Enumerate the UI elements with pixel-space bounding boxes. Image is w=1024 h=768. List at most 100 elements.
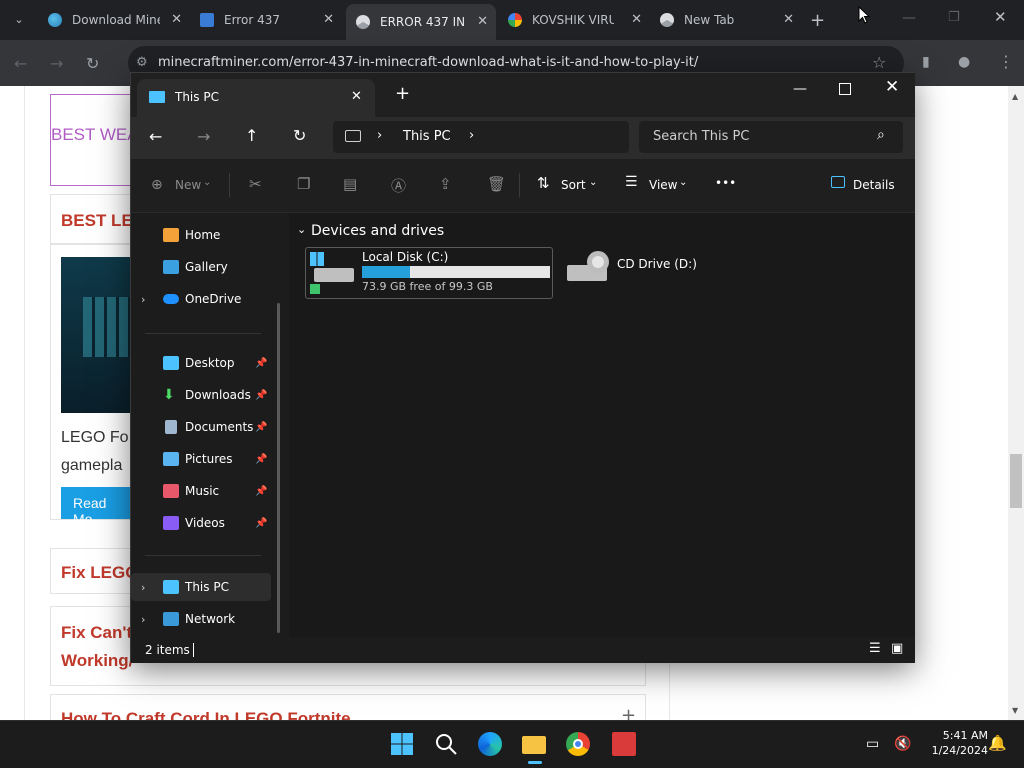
details-button[interactable]: Details bbox=[853, 178, 895, 192]
close-icon[interactable]: ✕ bbox=[631, 12, 642, 27]
pin-icon[interactable]: 📌 bbox=[255, 358, 267, 369]
explorer-tab-this-pc[interactable]: This PC ✕ bbox=[137, 79, 375, 117]
scroll-thumb[interactable] bbox=[1010, 454, 1022, 508]
start-button[interactable] bbox=[390, 732, 414, 756]
sidebar-item-gallery[interactable]: Gallery bbox=[131, 253, 271, 281]
page-scrollbar[interactable]: ▲ ▼ bbox=[1008, 86, 1024, 720]
up-icon[interactable]: ↑ bbox=[245, 126, 258, 145]
large-icons-view-icon[interactable]: ▣ bbox=[891, 641, 903, 656]
breadcrumb-this-pc[interactable]: This PC bbox=[403, 129, 451, 144]
close-window-icon[interactable]: ✕ bbox=[885, 77, 899, 97]
delete-icon[interactable]: 🗑 bbox=[487, 175, 506, 193]
chevron-right-icon[interactable]: › bbox=[377, 128, 382, 143]
scroll-down-icon[interactable]: ▼ bbox=[1012, 706, 1018, 715]
sidebar-item-network[interactable]: › Network bbox=[131, 605, 271, 633]
back-icon[interactable]: ← bbox=[14, 54, 27, 73]
new-button[interactable]: New bbox=[175, 178, 201, 192]
maximize-icon[interactable] bbox=[839, 83, 851, 95]
best-weapons-link[interactable]: BEST WEA bbox=[51, 125, 139, 145]
profile-icon[interactable]: ● bbox=[958, 54, 970, 70]
sidebar-scrollbar[interactable] bbox=[277, 303, 280, 633]
sidebar-item-onedrive[interactable]: › OneDrive bbox=[131, 285, 271, 313]
edge-dev-icon[interactable] bbox=[478, 732, 502, 756]
close-icon[interactable]: ✕ bbox=[477, 14, 488, 29]
drive-d-tile[interactable]: CD Drive (D:) bbox=[561, 247, 721, 299]
chevron-right-icon[interactable]: › bbox=[469, 128, 474, 143]
forward-icon[interactable]: → bbox=[50, 54, 63, 73]
browser-tab-2[interactable]: Error 437 ✕ bbox=[190, 6, 342, 34]
close-icon[interactable]: ✕ bbox=[323, 12, 334, 27]
sort-button[interactable]: Sort bbox=[561, 178, 586, 192]
site-info-icon[interactable]: ⚙ bbox=[136, 55, 148, 70]
side-panel-icon[interactable]: ▮ bbox=[922, 54, 930, 70]
sidebar-item-videos[interactable]: Videos 📌 bbox=[131, 509, 271, 537]
sidebar-item-documents[interactable]: Documents 📌 bbox=[131, 413, 271, 441]
pin-icon[interactable]: 📌 bbox=[255, 390, 267, 401]
chevron-down-icon[interactable]: ⌄ bbox=[297, 223, 306, 236]
refresh-icon[interactable]: ↻ bbox=[293, 126, 306, 145]
browser-tab-1[interactable]: Download Minecraft ✕ bbox=[38, 6, 190, 34]
cut-icon[interactable]: ✂ bbox=[249, 175, 262, 193]
chevron-right-icon[interactable]: › bbox=[141, 613, 145, 626]
sidebar-item-music[interactable]: Music 📌 bbox=[131, 477, 271, 505]
search-box[interactable]: Search This PC ⌕ bbox=[639, 121, 903, 153]
sidebar-item-desktop[interactable]: Desktop 📌 bbox=[131, 349, 271, 377]
read-more-button[interactable]: Read Mo bbox=[61, 487, 141, 527]
sidebar-item-pictures[interactable]: Pictures 📌 bbox=[131, 445, 271, 473]
volume-muted-icon[interactable]: 🔇 bbox=[894, 736, 911, 752]
menu-icon[interactable]: ⋮ bbox=[998, 52, 1014, 71]
fix-lego-link[interactable]: Fix LEGO bbox=[61, 563, 138, 583]
network-status-icon[interactable]: ▭ bbox=[866, 736, 879, 752]
minimize-icon[interactable]: — bbox=[793, 81, 807, 97]
share-icon[interactable]: ⇪ bbox=[439, 175, 452, 193]
url-text[interactable]: minecraftminer.com/error-437-in-minecraf… bbox=[158, 55, 698, 70]
pin-icon[interactable]: 📌 bbox=[255, 422, 267, 433]
chevron-right-icon[interactable]: › bbox=[141, 581, 145, 594]
new-tab-button[interactable]: + bbox=[810, 10, 825, 31]
close-tab-icon[interactable]: ✕ bbox=[351, 89, 362, 104]
file-explorer-taskbar-icon[interactable] bbox=[522, 736, 546, 754]
expand-plus-icon[interactable]: + bbox=[621, 705, 636, 720]
scroll-up-icon[interactable]: ▲ bbox=[1012, 92, 1018, 101]
lego-thumbnail-image[interactable] bbox=[61, 257, 141, 413]
section-title[interactable]: Devices and drives bbox=[311, 223, 444, 239]
notification-bell-icon[interactable]: 🔔 bbox=[988, 734, 1007, 752]
browser-tab-3-active[interactable]: ERROR 437 IN MINECRAFT ✕ bbox=[346, 4, 496, 40]
craft-cord-link[interactable]: How To Craft Cord In LEGO Fortnite bbox=[61, 709, 351, 720]
minimize-icon[interactable]: — bbox=[902, 10, 916, 26]
sidebar-item-this-pc[interactable]: › This PC bbox=[131, 573, 271, 601]
sidebar-item-downloads[interactable]: ⬇ Downloads 📌 bbox=[131, 381, 271, 409]
browser-tab-5[interactable]: New Tab ✕ bbox=[650, 6, 802, 34]
copy-icon[interactable]: ❐ bbox=[297, 175, 310, 193]
address-bar[interactable]: › This PC › bbox=[333, 121, 629, 153]
pin-icon[interactable]: 📌 bbox=[255, 518, 267, 529]
sidebar-item-home[interactable]: Home bbox=[131, 221, 271, 249]
more-options-icon[interactable]: ••• bbox=[715, 176, 736, 190]
close-icon[interactable]: ✕ bbox=[783, 12, 794, 27]
close-icon[interactable]: ✕ bbox=[171, 12, 182, 27]
bookmark-star-icon[interactable]: ☆ bbox=[872, 53, 886, 72]
drive-c-tile[interactable]: Local Disk (C:) 73.9 GB free of 99.3 GB bbox=[305, 247, 553, 299]
view-button[interactable]: View bbox=[649, 178, 677, 192]
pin-icon[interactable]: 📌 bbox=[255, 454, 267, 465]
forward-icon[interactable]: → bbox=[197, 127, 210, 146]
rename-icon[interactable]: Ⓐ bbox=[391, 175, 406, 196]
details-view-icon[interactable]: ☰ bbox=[869, 641, 881, 656]
back-icon[interactable]: ← bbox=[149, 127, 162, 146]
app-taskbar-icon[interactable] bbox=[612, 732, 636, 756]
restore-icon[interactable]: ❐ bbox=[948, 10, 960, 25]
reload-icon[interactable]: ↻ bbox=[86, 54, 99, 73]
new-tab-button[interactable]: + bbox=[395, 83, 410, 104]
clock[interactable]: 5:41 AM 1/24/2024 bbox=[916, 728, 988, 758]
search-icon[interactable] bbox=[434, 732, 458, 756]
paste-icon[interactable]: ▤ bbox=[343, 175, 357, 193]
chrome-taskbar-icon[interactable] bbox=[566, 732, 590, 756]
pin-icon[interactable]: 📌 bbox=[255, 486, 267, 497]
fix-cant-link-line2[interactable]: Working/ bbox=[61, 651, 133, 671]
chevron-right-icon[interactable]: › bbox=[141, 293, 145, 306]
tab-search-chevron-icon[interactable]: ⌄ bbox=[8, 10, 30, 30]
close-window-icon[interactable]: ✕ bbox=[994, 8, 1007, 26]
browser-tab-4[interactable]: KOVSHIK VIRUS ✕ bbox=[498, 6, 650, 34]
search-icon[interactable]: ⌕ bbox=[877, 127, 885, 143]
fix-cant-link-line1[interactable]: Fix Can't bbox=[61, 623, 132, 643]
